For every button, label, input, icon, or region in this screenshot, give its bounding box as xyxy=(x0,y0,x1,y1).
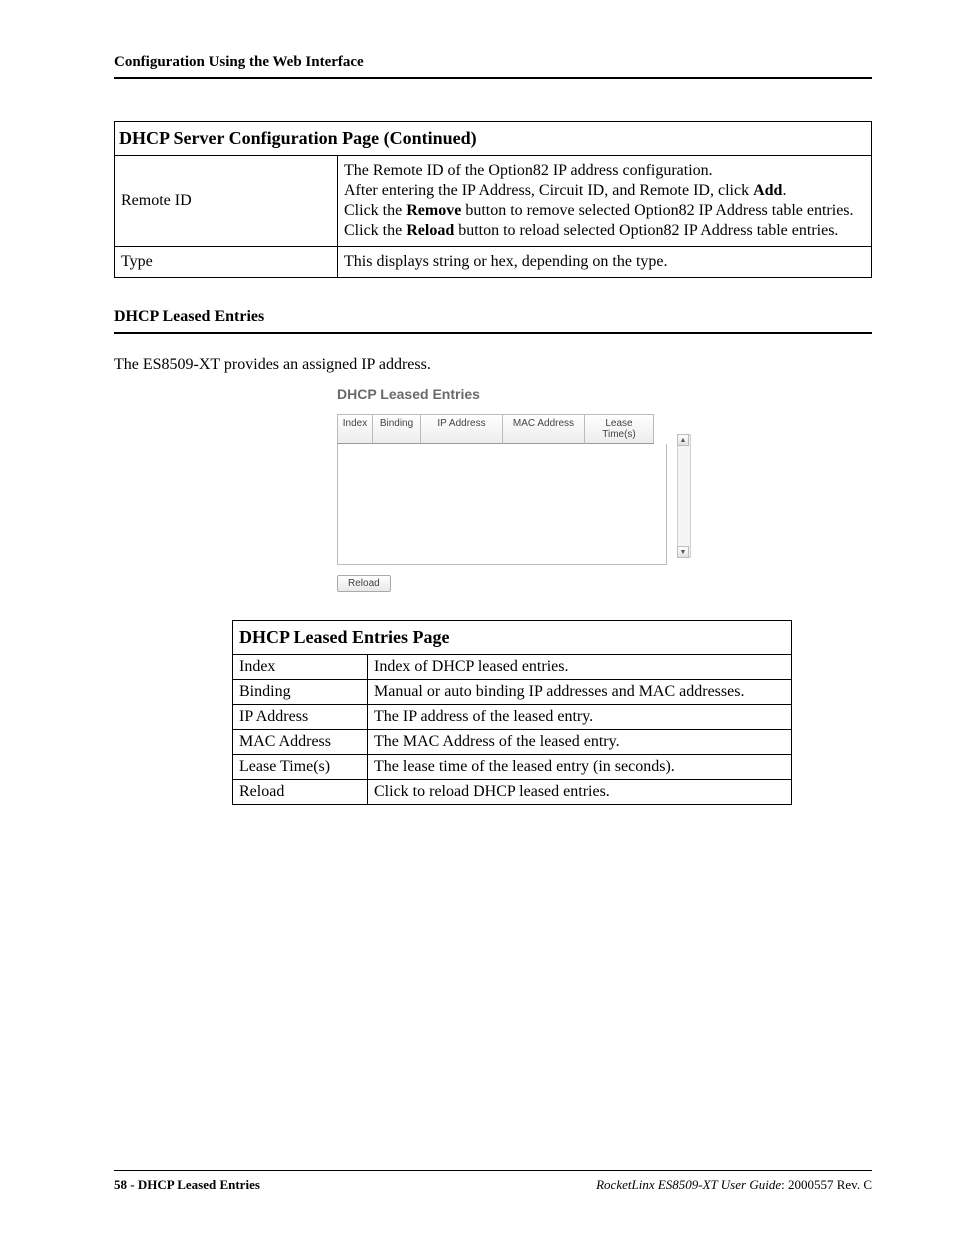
dhcp-server-config-table: DHCP Server Configuration Page (Continue… xyxy=(114,121,872,278)
section-rule xyxy=(114,332,872,334)
table-row: MAC AddressThe MAC Address of the leased… xyxy=(233,730,792,755)
col-header-lease[interactable]: Lease Time(s) xyxy=(584,414,654,444)
leased-grid: Index Binding IP Address MAC Address Lea… xyxy=(337,414,677,565)
header-rule xyxy=(114,77,872,79)
table-row: Type This displays string or hex, depend… xyxy=(115,247,872,278)
def-row-key: Index xyxy=(233,655,368,680)
scroll-up-icon[interactable]: ▲ xyxy=(677,434,689,446)
col-header-mac[interactable]: MAC Address xyxy=(502,414,584,444)
def-row-value: The lease time of the leased entry (in s… xyxy=(368,755,792,780)
col-header-binding[interactable]: Binding xyxy=(372,414,420,444)
def-row-value: The IP address of the leased entry. xyxy=(368,705,792,730)
footer-right: RocketLinx ES8509-XT User Guide: 2000557… xyxy=(596,1177,872,1193)
table-row: ReloadClick to reload DHCP leased entrie… xyxy=(233,780,792,805)
def-row-value: The MAC Address of the leased entry. xyxy=(368,730,792,755)
table-row: BindingManual or auto binding IP address… xyxy=(233,680,792,705)
running-header: Configuration Using the Web Interface xyxy=(114,54,872,71)
config-row-label: Type xyxy=(115,247,338,278)
table-row: IP AddressThe IP address of the leased e… xyxy=(233,705,792,730)
page-footer: 58 - DHCP Leased Entries RocketLinx ES85… xyxy=(114,1170,872,1193)
def-row-key: Binding xyxy=(233,680,368,705)
config-table-title: DHCP Server Configuration Page (Continue… xyxy=(115,122,872,156)
dhcp-leased-entries-table: DHCP Leased Entries Page IndexIndex of D… xyxy=(232,620,792,805)
def-row-key: Reload xyxy=(233,780,368,805)
footer-rule xyxy=(114,1170,872,1171)
def-table-title: DHCP Leased Entries Page xyxy=(233,621,792,655)
table-row: IndexIndex of DHCP leased entries. xyxy=(233,655,792,680)
config-row-label: Remote ID xyxy=(115,156,338,247)
table-row: Lease Time(s)The lease time of the lease… xyxy=(233,755,792,780)
reload-button[interactable]: Reload xyxy=(337,575,391,592)
grid-header-row: Index Binding IP Address MAC Address Lea… xyxy=(337,414,677,444)
def-row-key: MAC Address xyxy=(233,730,368,755)
def-row-value: Manual or auto binding IP addresses and … xyxy=(368,680,792,705)
table-row: Remote ID The Remote ID of the Option82 … xyxy=(115,156,872,247)
def-row-key: IP Address xyxy=(233,705,368,730)
screenshot-dhcp-leased: DHCP Leased Entries Index Binding IP Add… xyxy=(337,386,697,592)
def-row-value: Index of DHCP leased entries. xyxy=(368,655,792,680)
grid-scrollbar[interactable]: ▲ ▼ xyxy=(677,434,691,558)
col-header-index[interactable]: Index xyxy=(337,414,372,444)
config-row-desc: This displays string or hex, depending o… xyxy=(338,247,872,278)
def-row-key: Lease Time(s) xyxy=(233,755,368,780)
footer-left: 58 - DHCP Leased Entries xyxy=(114,1177,260,1193)
screenshot-title: DHCP Leased Entries xyxy=(337,386,697,402)
section-heading: DHCP Leased Entries xyxy=(114,308,872,326)
scroll-down-icon[interactable]: ▼ xyxy=(677,546,689,558)
grid-body-empty xyxy=(337,444,667,565)
col-header-ip[interactable]: IP Address xyxy=(420,414,502,444)
section-intro: The ES8509-XT provides an assigned IP ad… xyxy=(114,356,872,374)
def-row-value: Click to reload DHCP leased entries. xyxy=(368,780,792,805)
config-row-desc: The Remote ID of the Option82 IP address… xyxy=(338,156,872,247)
